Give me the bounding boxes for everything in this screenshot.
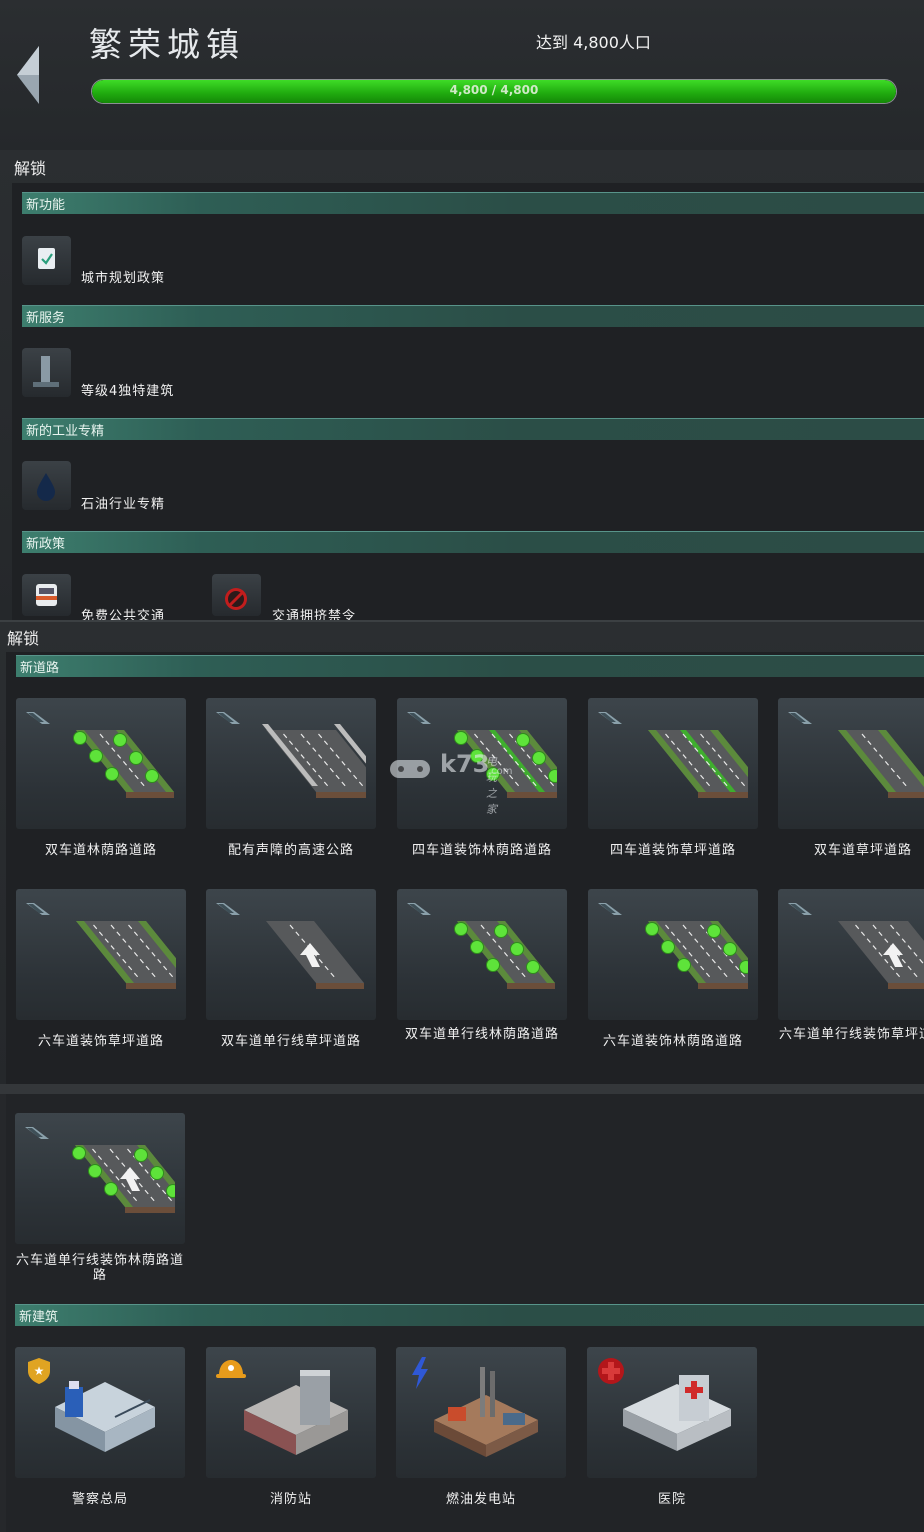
building-label: 消防站 xyxy=(269,1492,312,1507)
power-station-illustration xyxy=(434,1367,538,1457)
road-illustration xyxy=(838,730,924,798)
feature-label: 城市规划政策 xyxy=(81,271,166,286)
road-card[interactable] xyxy=(588,889,758,1020)
category-label: 新政策 xyxy=(26,537,66,552)
road-illustration xyxy=(76,921,176,989)
building-card-hospital[interactable] xyxy=(587,1347,757,1478)
category-bar-industry: 新的工业专精 xyxy=(22,418,924,440)
category-bar-policies: 新政策 xyxy=(22,531,924,553)
road-illustration xyxy=(72,1145,175,1213)
gamepad-icon xyxy=(390,760,430,778)
road-label: 双车道林荫路道路 xyxy=(44,843,157,858)
road-illustration xyxy=(648,730,748,798)
road-card[interactable] xyxy=(16,889,186,1020)
road-card[interactable] xyxy=(778,889,924,1020)
road-label: 配有声障的高速公路 xyxy=(227,843,354,858)
oil-drop-icon xyxy=(22,461,71,510)
building-card-power[interactable] xyxy=(396,1347,566,1478)
fire-station-illustration xyxy=(244,1370,348,1455)
road-card[interactable] xyxy=(206,698,376,829)
category-label: 新服务 xyxy=(26,311,66,326)
building-card-police[interactable]: ★ xyxy=(15,1347,185,1478)
road-illustration xyxy=(73,730,174,798)
road-label: 双车道草坪道路 xyxy=(813,843,912,858)
category-bar-features: 新功能 xyxy=(22,192,924,214)
tower-building-icon xyxy=(22,348,71,397)
category-label: 新功能 xyxy=(26,198,66,213)
category-bar-services: 新服务 xyxy=(22,305,924,327)
road-card[interactable] xyxy=(778,698,924,829)
building-label: 燃油发电站 xyxy=(445,1492,516,1507)
road-card[interactable] xyxy=(397,889,567,1020)
road-label: 六车道装饰草坪道路 xyxy=(37,1034,164,1049)
building-card-fire[interactable] xyxy=(206,1347,376,1478)
watermark-brand: k73 xyxy=(440,750,490,778)
road-card[interactable] xyxy=(588,698,758,829)
road-illustration xyxy=(266,921,364,989)
svg-text:★: ★ xyxy=(34,1364,45,1378)
milestone-title: 繁荣城镇 xyxy=(89,25,245,64)
milestone-goal: 达到 4,800人口 xyxy=(536,33,651,52)
police-building-illustration xyxy=(55,1381,155,1452)
road-card[interactable] xyxy=(15,1113,185,1244)
lightning-icon xyxy=(412,1357,428,1389)
panel-divider xyxy=(0,1084,924,1094)
category-label: 新道路 xyxy=(20,661,60,676)
section-title: 解锁 xyxy=(14,159,47,178)
progress-text: 4,800 / 4,800 xyxy=(449,83,539,97)
population-progress-bar: 4,800 / 4,800 xyxy=(91,79,897,104)
section-title: 解锁 xyxy=(7,629,40,648)
building-label: 医院 xyxy=(657,1492,686,1507)
watermark-domain: .com xyxy=(488,766,513,777)
road-illustration xyxy=(838,921,924,989)
category-bar-buildings: 新建筑 xyxy=(15,1304,924,1326)
road-illustration xyxy=(454,921,555,989)
category-bar-roads: 新道路 xyxy=(16,655,924,677)
road-label: 六车道装饰林荫路道路 xyxy=(602,1034,743,1049)
no-traffic-icon xyxy=(212,574,261,616)
road-label: 四车道装饰林荫路道路 xyxy=(411,843,552,858)
back-arrow-icon[interactable] xyxy=(17,46,41,104)
category-label: 新建筑 xyxy=(19,1310,59,1325)
building-label: 警察总局 xyxy=(71,1492,128,1507)
road-label: 六车道单行线装饰林荫路道路 xyxy=(15,1253,184,1283)
watermark-sub: 电玩之家 xyxy=(486,755,497,816)
bus-icon xyxy=(22,574,71,616)
road-label: 双车道单行线林荫路道路 xyxy=(404,1027,559,1042)
road-card[interactable] xyxy=(206,889,376,1020)
unlock-list-1 xyxy=(12,183,924,620)
road-card[interactable] xyxy=(16,698,186,829)
road-label: 双车道单行线草坪道路 xyxy=(220,1034,361,1049)
road-label: 四车道装饰草坪道路 xyxy=(609,843,736,858)
road-illustration xyxy=(645,921,748,989)
feature-label: 等级4独特建筑 xyxy=(81,384,175,399)
road-illustration xyxy=(262,724,366,798)
checklist-icon xyxy=(22,236,71,285)
hospital-illustration xyxy=(623,1375,731,1451)
category-label: 新的工业专精 xyxy=(26,424,105,439)
road-label: 六车道单行线装饰草坪道路 xyxy=(778,1027,924,1042)
feature-label: 石油行业专精 xyxy=(81,497,166,512)
